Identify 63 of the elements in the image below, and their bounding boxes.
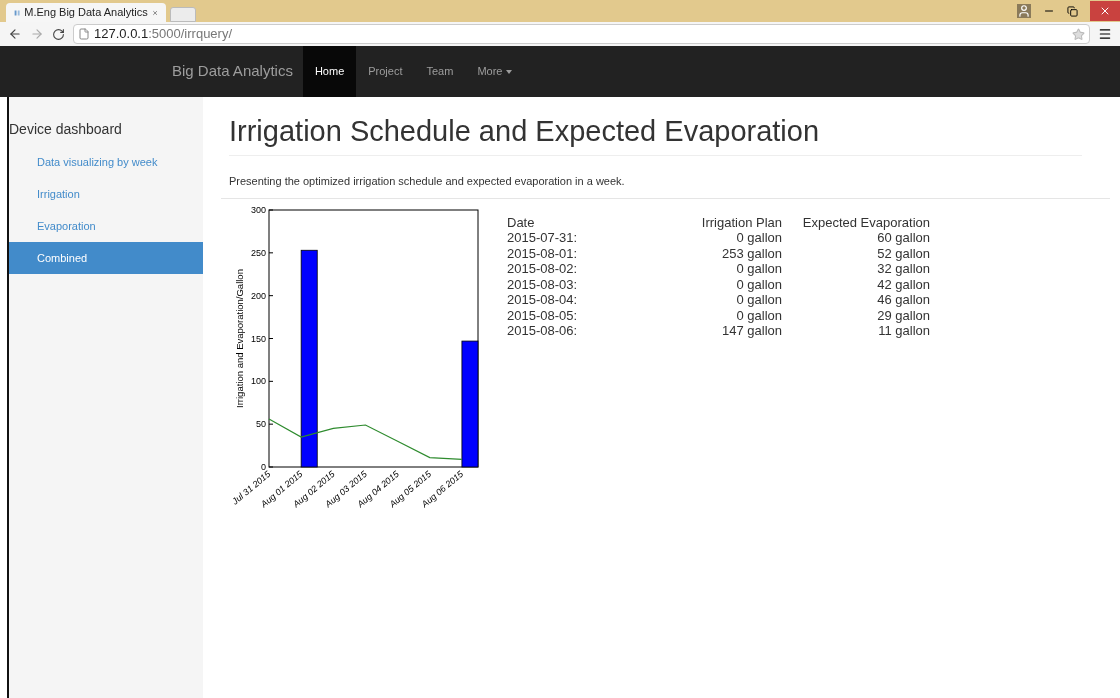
table-cell-text: 147 gallon (721, 323, 782, 339)
nav-link[interactable]: Home (302, 46, 357, 97)
restore-icon[interactable] (1067, 5, 1078, 17)
y-tick-label: 250 (250, 247, 266, 258)
table-cell-text: 11 gallon (877, 323, 930, 339)
table-cell-text: 46 gallon (876, 292, 930, 308)
table-cell-text: 42 gallon (876, 276, 930, 292)
table-cell-text: 29 gallon (876, 307, 930, 323)
nav-link[interactable]: More (465, 46, 525, 97)
page-title: Irrigation Schedule and Expected Evaporation (229, 113, 1082, 156)
y-tick-label: 200 (250, 290, 266, 301)
menu-icon[interactable] (1098, 27, 1112, 41)
sidebar-item[interactable]: Data visualizing by week (9, 146, 203, 178)
table-cell-text: 0 gallon (735, 307, 782, 323)
table-cell-text: 0 gallon (735, 292, 782, 308)
bookmark-star-icon[interactable] (1072, 27, 1085, 41)
table-cell-text: 2015-07-31: (507, 230, 579, 246)
brand-link[interactable]: Big Data Analytics (172, 60, 293, 83)
nav-link[interactable]: Project (356, 46, 415, 97)
forward-icon[interactable] (30, 27, 44, 41)
table-cell-text: 60 gallon (876, 230, 930, 246)
y-tick: 200 (250, 290, 274, 301)
y-tick-label: 150 (250, 333, 266, 343)
column-header: Date (507, 214, 536, 230)
y-tick-label: 50 (255, 418, 266, 429)
reload-icon[interactable] (52, 27, 65, 41)
table-cell-text: 2015-08-05: (507, 307, 579, 323)
address-bar[interactable]: 127.0.0.1:5000/irrquery/ (73, 24, 1090, 44)
column-header: Irrigation Plan (700, 214, 782, 230)
y-tick-label: 300 (250, 204, 266, 215)
table-cell-text: 2015-08-02: (507, 261, 579, 277)
y-tick: 100 (250, 375, 274, 386)
nav-link[interactable]: Team (414, 46, 466, 97)
sidebar-item[interactable]: Evaporation (9, 210, 203, 242)
y-tick: 300 (250, 204, 274, 215)
profile-icon[interactable] (1017, 4, 1031, 18)
table-cell-text: 52 gallon (876, 245, 930, 261)
y-axis-label: Irrigation and Evaporation/Gallon (234, 268, 245, 408)
y-tick-label: 0 (260, 461, 266, 472)
y-tick: 50 (256, 418, 274, 429)
y-tick: 150 (250, 333, 274, 343)
sidebar-title: Device dashboard (9, 120, 123, 139)
page-icon (78, 28, 90, 40)
sidebar-item[interactable]: Combined (9, 242, 203, 274)
caret-icon (506, 69, 513, 74)
table-cell-text: 2015-08-01: (507, 245, 579, 261)
browser-tab[interactable]: M.Eng Big Data Analytics (6, 3, 166, 22)
y-tick: 250 (250, 247, 274, 258)
url-text: 127.0.0.1:5000/irrquery/ (94, 25, 233, 44)
table-cell-text: 32 gallon (876, 261, 930, 277)
y-tick-label: 100 (250, 375, 266, 386)
description-text: Presenting the optimized irrigation schedule and expected evaporation in a week. (229, 174, 626, 189)
table-cell-text: 0 gallon (735, 230, 782, 246)
sidebar-item[interactable]: Irrigation (9, 178, 203, 210)
table-cell-text: 2015-08-06: (507, 323, 579, 339)
close-icon (1099, 5, 1111, 17)
table-cell-text: 0 gallon (735, 276, 782, 292)
table-cell-text: 253 gallon (721, 245, 782, 261)
table-cell-text: 2015-08-04: (507, 292, 579, 308)
table-cell-text: 2015-08-03: (507, 276, 579, 292)
back-icon[interactable] (8, 27, 22, 41)
column-header: Expected Evaporation (801, 214, 930, 230)
table-cell-text: 0 gallon (735, 261, 782, 277)
